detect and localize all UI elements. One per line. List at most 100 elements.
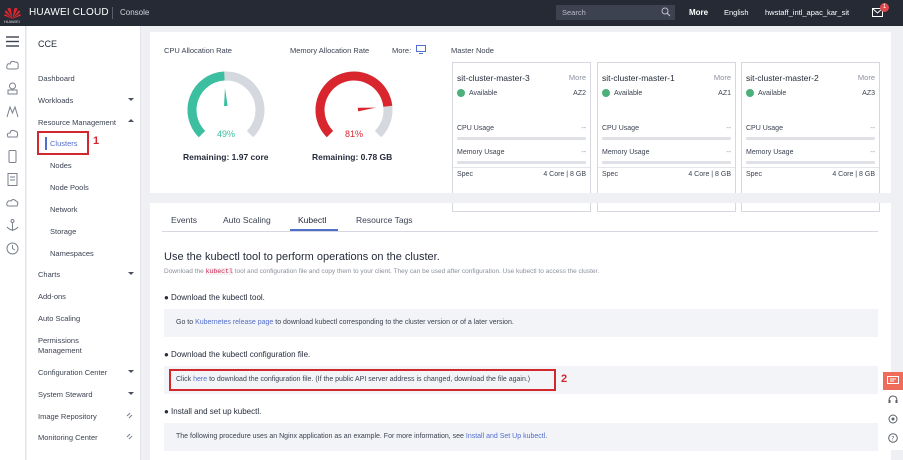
cpu-usage-label: CPU Usage [746,125,783,132]
sidebar-item-auto-scaling[interactable]: Auto Scaling [38,314,80,323]
master-node-card: sit-cluster-master-2 More Available AZ3 CPU … [741,62,880,212]
cloud-server-icon[interactable] [6,59,19,72]
external-link-icon[interactable] [126,412,133,419]
node-more-link[interactable]: More [569,73,586,82]
headset-icon[interactable] [888,395,898,405]
brand-title[interactable]: HUAWEI CLOUD [29,7,109,18]
cloud-database-icon[interactable] [6,127,19,140]
document-icon[interactable] [6,173,19,186]
sidebar-item-monitoring-center[interactable]: Monitoring Center [38,433,98,442]
sidebar-title: CCE [38,39,58,49]
spec-label: Spec [457,171,473,178]
node-name[interactable]: sit-cluster-master-1 [602,73,675,83]
sidebar-item-permissions-line2[interactable]: Management [38,346,82,355]
chevron-down-icon[interactable] [128,98,134,101]
node-status: Available [469,90,498,97]
memory-usage-label: Memory Usage [602,149,650,156]
storage-service-icon[interactable] [6,82,19,95]
sidebar-item-image-repository[interactable]: Image Repository [38,412,97,421]
step2-title: ● Download the kubectl configuration fil… [164,350,311,359]
notification-badge: 1 [880,3,889,12]
sidebar-item-node-pools[interactable]: Node Pools [50,183,89,192]
kubernetes-release-link[interactable]: Kubernetes release page [195,319,273,326]
master-node-card: sit-cluster-master-3 More Available AZ2 CPU … [452,62,591,212]
sidebar-item-dashboard[interactable]: Dashboard [38,74,75,83]
cloud-icon[interactable] [6,196,19,209]
sidebar-item-storage[interactable]: Storage [50,227,76,236]
monitor-icon[interactable] [416,45,426,54]
install-kubectl-link[interactable]: Install and Set Up kubectl [466,433,545,440]
anchor-icon[interactable] [6,219,19,232]
sidebar-item-permissions[interactable]: Permissions [38,336,79,345]
user-menu[interactable]: hwstaff_intl_apac_kar_sit [765,8,849,17]
memory-usage-label: Memory Usage [746,149,794,156]
memory-percent: 81% [344,129,363,139]
memory-usage-value: -- [726,149,731,156]
menu-icon[interactable] [6,35,19,48]
sidebar-item-charts[interactable]: Charts [38,270,60,279]
search-input[interactable]: Search [556,5,675,20]
mobile-app-icon[interactable] [6,150,19,163]
spec-value: 4 Core | 8 GB [543,171,586,178]
cpu-usage-bar [602,137,731,140]
history-icon[interactable] [6,242,19,255]
desc-prefix: Download the [164,268,206,275]
step1-prefix: Go to [176,319,196,326]
top-divider [112,7,113,19]
tab-resource-tags[interactable]: Resource Tags [356,215,413,225]
chevron-down-icon[interactable] [128,272,134,275]
console-link[interactable]: Console [120,8,149,17]
language-menu[interactable]: English [724,8,749,17]
tab-events[interactable]: Events [171,215,197,225]
node-az: AZ3 [862,90,875,97]
help-icon[interactable]: ? [888,433,898,443]
chevron-down-icon[interactable] [128,370,134,373]
step3-info-box: The following procedure uses an Nginx ap… [164,423,878,451]
chevron-down-icon[interactable] [128,392,134,395]
sidebar-item-resource-management[interactable]: Resource Management [38,118,116,127]
feedback-button[interactable] [883,372,903,390]
sidebar-item-configuration-center[interactable]: Configuration Center [38,368,107,377]
search-icon[interactable] [661,7,671,17]
spec-divider [598,167,735,168]
memory-usage-bar [746,161,875,164]
node-status: Available [614,90,643,97]
cpu-remaining: Remaining: 1.97 core [183,152,269,162]
step3-text: The following procedure uses an Nginx ap… [176,433,547,440]
spec-label: Spec [602,171,618,178]
sidebar-item-system-steward[interactable]: System Steward [38,390,93,399]
cpu-usage-bar [457,137,586,140]
network-service-icon[interactable] [6,105,19,118]
sidebar-item-network[interactable]: Network [50,205,78,214]
tab-kubectl[interactable]: Kubectl [298,215,326,225]
chevron-up-icon[interactable] [128,119,134,122]
memory-usage-bar [602,161,731,164]
sidebar-item-nodes[interactable]: Nodes [50,161,72,170]
annotation-number-1: 1 [93,135,100,147]
memory-usage-label: Memory Usage [457,149,505,156]
sidebar-item-namespaces[interactable]: Namespaces [50,249,94,258]
support-icon[interactable] [888,414,898,424]
tab-auto-scaling[interactable]: Auto Scaling [223,215,271,225]
master-node-card: sit-cluster-master-1 More Available AZ1 CPU … [597,62,736,212]
step1-suffix: to download kubectl corresponding to the… [273,319,514,326]
section-divider [150,193,891,203]
node-more-link[interactable]: More [714,73,731,82]
external-link-icon[interactable] [126,433,133,440]
cpu-usage-value: -- [870,125,875,132]
kubectl-heading: Use the kubectl tool to perform operatio… [164,251,440,263]
more-menu[interactable]: More [689,8,708,17]
spec-divider [453,167,590,168]
memory-usage-bar [457,161,586,164]
cpu-gauge-title: CPU Allocation Rate [164,46,232,55]
spec-label: Spec [746,171,762,178]
node-name[interactable]: sit-cluster-master-3 [457,73,530,83]
sidebar-item-addons[interactable]: Add-ons [38,292,66,301]
spec-value: 4 Core | 8 GB [832,171,875,178]
step3-title: ● Install and set up kubectl. [164,407,262,416]
node-more-link[interactable]: More [858,73,875,82]
sidebar-item-workloads[interactable]: Workloads [38,96,73,105]
service-rail [0,26,26,460]
annotation-number-2: 2 [561,373,568,385]
node-name[interactable]: sit-cluster-master-2 [746,73,819,83]
